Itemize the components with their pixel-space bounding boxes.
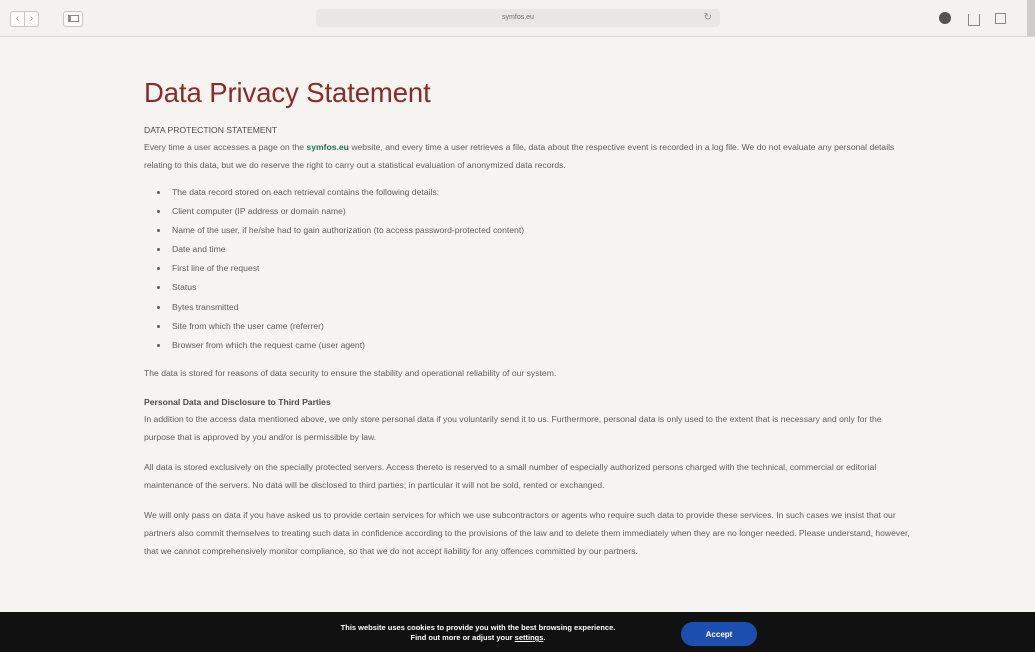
list-item: Name of the user, if he/she had to gain … [169,221,914,240]
storage-paragraph: All data is stored exclusively on the sp… [144,461,877,490]
url-text: symfos.eu [502,14,534,21]
cookie-banner: This website uses cookies to provide you… [0,612,1035,652]
tabs-overview-icon[interactable] [995,13,1006,24]
list-item: Status [169,278,914,297]
privacy-report-icon[interactable] [939,12,951,24]
page-title: Data Privacy Statement [144,77,431,108]
personal-data-paragraph: In addition to the access data mentioned… [144,413,882,442]
cookie-settings-link[interactable]: settings [515,633,544,642]
list-item: Client computer (IP address or domain na… [169,202,914,221]
share-icon[interactable] [968,14,980,26]
list-item: First line of the request [169,259,914,278]
forward-button[interactable]: › [24,11,39,27]
section-heading-data-protection: DATA PROTECTION STATEMENT [144,125,278,135]
cookie-message: This website uses cookies to provide you… [288,623,668,643]
list-item: Browser from which the request came (use… [169,336,914,355]
cookie-message-suffix: . [543,633,546,642]
back-button[interactable]: ‹ [10,11,24,27]
list-item: Bytes transmitted [169,298,914,317]
list-item: Site from which the user came (referrer) [169,317,914,336]
reload-icon[interactable]: ↻ [704,9,712,27]
chevron-left-icon: ‹ [15,13,20,24]
address-bar[interactable]: symfos.eu ↻ [316,9,720,27]
sidebar-toggle-button[interactable] [63,11,83,27]
cookie-message-line2: Find out more or adjust your settings. [288,633,668,643]
sidebar-icon [67,15,79,22]
list-item: Date and time [169,240,914,259]
intro-text-start: Every time a user accesses a page on the [144,142,307,152]
window-edge [1027,0,1035,36]
intro-paragraph: Every time a user accesses a page on the… [144,138,914,174]
privacy-content: Data Privacy Statement DATA PROTECTION S… [144,36,914,560]
cookie-message-prefix: Find out more or adjust your [410,633,515,642]
list-item: The data record stored on each retrieval… [169,183,914,202]
third-party-paragraph: We will only pass on data if you have as… [144,509,910,556]
logged-details-list: The data record stored on each retrieval… [144,183,914,355]
site-link[interactable]: symfos.eu [306,142,349,152]
browser-toolbar: ‹ › symfos.eu ↻ [0,0,1035,37]
section-heading-personal-data: Personal Data and Disclosure to Third Pa… [144,396,331,407]
accept-cookies-button[interactable]: Accept [681,622,757,646]
cookie-message-line1: This website uses cookies to provide you… [340,623,616,632]
security-paragraph: The data is stored for reasons of data s… [144,367,557,378]
chevron-right-icon: › [29,13,34,24]
